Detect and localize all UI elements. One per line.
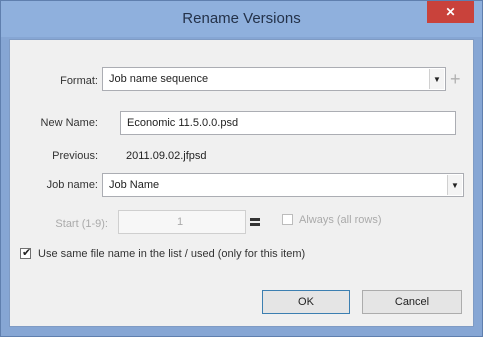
job-name-label: Job name:: [46, 179, 98, 191]
job-name-value: Job Name: [109, 179, 160, 191]
ok-button[interactable]: OK: [262, 290, 350, 314]
start-label: Start (1-9):: [55, 218, 108, 230]
start-spinner[interactable]: 1: [118, 210, 246, 234]
job-name-dropdown[interactable]: Job Name ▼: [102, 173, 464, 197]
cancel-button[interactable]: Cancel: [362, 290, 462, 314]
new-name-field[interactable]: Economic 11.5.0.0.psd: [120, 111, 456, 135]
close-button[interactable]: ✕: [427, 1, 474, 23]
dialog-body: Format: Job name sequence ▼ + New Name: …: [9, 39, 474, 327]
new-name-value: Economic 11.5.0.0.psd: [127, 117, 239, 129]
chevron-down-icon: ▼: [429, 69, 444, 89]
chevron-down-icon: ▼: [447, 175, 462, 195]
format-dropdown[interactable]: Job name sequence ▼: [102, 67, 446, 91]
close-icon: ✕: [445, 5, 456, 19]
use-same-name-label: Use same file name in the list / used (o…: [38, 248, 306, 260]
plus-icon[interactable]: +: [450, 70, 461, 88]
format-label: Format:: [60, 75, 98, 87]
new-name-label: New Name:: [40, 117, 98, 129]
format-value: Job name sequence: [109, 73, 209, 85]
previous-value: 2011.09.02.jfpsd: [126, 150, 207, 162]
check-icon: ✔: [22, 247, 32, 259]
start-value: 1: [177, 216, 184, 228]
title-bar[interactable]: Rename Versions ✕: [1, 1, 482, 37]
rename-versions-dialog: Rename Versions ✕ Format: Job name seque…: [0, 0, 483, 337]
always-label: Always (all rows): [299, 214, 382, 226]
dialog-title: Rename Versions: [182, 10, 301, 27]
use-same-name-checkbox[interactable]: ✔: [20, 247, 32, 259]
always-checkbox[interactable]: [282, 214, 293, 225]
previous-label: Previous:: [52, 150, 98, 162]
spin-arrows-icon[interactable]: ▬ ▬: [250, 214, 260, 229]
